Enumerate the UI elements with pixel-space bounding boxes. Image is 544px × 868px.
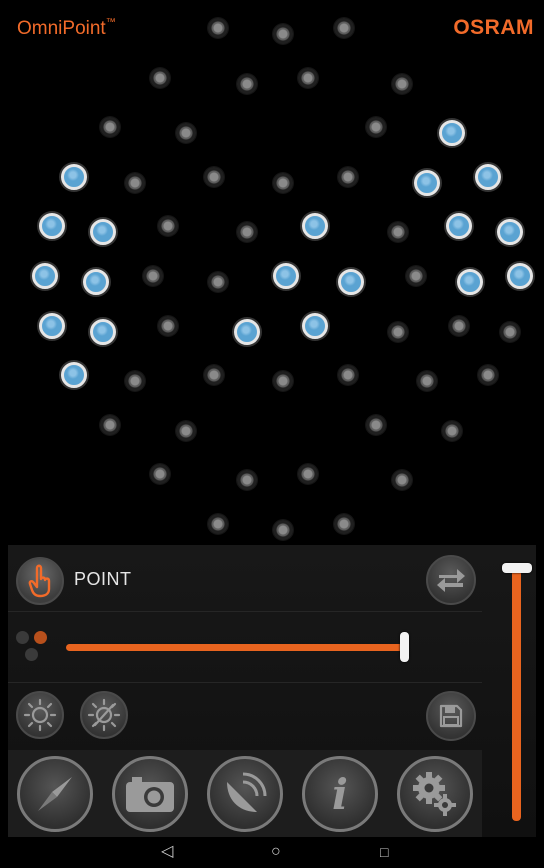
led-off[interactable] bbox=[272, 520, 293, 540]
led-on[interactable] bbox=[89, 219, 116, 246]
led-off[interactable] bbox=[298, 67, 318, 88]
save-button[interactable] bbox=[426, 691, 476, 741]
spread-slider-thumb[interactable] bbox=[400, 632, 409, 662]
led-off[interactable] bbox=[236, 470, 257, 491]
led-on[interactable] bbox=[61, 163, 87, 190]
led-off[interactable] bbox=[236, 222, 257, 243]
led-on[interactable] bbox=[32, 263, 59, 289]
led-off[interactable] bbox=[208, 18, 228, 38]
divider bbox=[8, 611, 482, 612]
led-off[interactable] bbox=[272, 24, 293, 44]
led-on[interactable] bbox=[338, 269, 365, 295]
compass-icon bbox=[38, 777, 72, 811]
led-off[interactable] bbox=[272, 371, 293, 392]
system-nav-bar: ◁ ○ □ bbox=[8, 837, 536, 868]
led-off[interactable] bbox=[208, 514, 228, 534]
led-off[interactable] bbox=[125, 172, 146, 193]
all-lights-on-button[interactable] bbox=[16, 691, 64, 739]
led-off[interactable] bbox=[125, 371, 146, 392]
led-off[interactable] bbox=[391, 470, 412, 491]
led-off[interactable] bbox=[337, 365, 358, 386]
dot-cluster-icon bbox=[14, 629, 50, 665]
hand-point-icon bbox=[28, 564, 51, 598]
light-on-icon bbox=[23, 698, 57, 732]
led-off[interactable] bbox=[478, 365, 498, 386]
led-off[interactable] bbox=[388, 321, 408, 342]
led-off[interactable] bbox=[157, 216, 178, 237]
swap-arrows-icon bbox=[437, 569, 465, 592]
nav-camera-button[interactable] bbox=[112, 756, 188, 832]
led-on[interactable] bbox=[507, 263, 534, 289]
brightness-slider-thumb[interactable] bbox=[502, 563, 532, 573]
led-on[interactable] bbox=[475, 163, 501, 190]
led-off[interactable] bbox=[204, 365, 225, 386]
led-off[interactable] bbox=[175, 123, 196, 144]
camera-icon bbox=[126, 777, 174, 812]
gears-icon bbox=[413, 772, 456, 816]
led-off[interactable] bbox=[175, 420, 196, 441]
led-off[interactable] bbox=[100, 117, 120, 138]
led-on[interactable] bbox=[302, 312, 329, 339]
led-off[interactable] bbox=[416, 371, 437, 392]
led-on[interactable] bbox=[496, 219, 523, 246]
led-on[interactable] bbox=[89, 318, 116, 345]
led-off[interactable] bbox=[298, 464, 318, 485]
led-on[interactable] bbox=[233, 318, 260, 345]
all-lights-off-button[interactable] bbox=[80, 691, 128, 739]
floppy-disk-icon bbox=[439, 704, 463, 728]
light-off-icon bbox=[87, 698, 121, 732]
satellite-dish-icon bbox=[227, 772, 267, 812]
led-off[interactable] bbox=[442, 420, 462, 441]
led-off[interactable] bbox=[391, 73, 412, 94]
brightness-slider-track[interactable] bbox=[512, 569, 521, 821]
nav-dish-button[interactable] bbox=[207, 756, 283, 832]
led-off[interactable] bbox=[499, 321, 520, 342]
led-on[interactable] bbox=[39, 213, 66, 240]
swap-button[interactable] bbox=[426, 555, 476, 605]
led-off[interactable] bbox=[208, 272, 228, 292]
info-icon: i bbox=[332, 769, 348, 819]
led-off[interactable] bbox=[100, 414, 120, 435]
led-on[interactable] bbox=[446, 213, 473, 240]
led-off[interactable] bbox=[449, 315, 470, 336]
led-off[interactable] bbox=[157, 315, 178, 336]
led-off[interactable] bbox=[337, 166, 358, 187]
nav-info-button[interactable]: i bbox=[302, 756, 378, 832]
control-panel: POINT i bbox=[8, 545, 536, 837]
led-on[interactable] bbox=[82, 269, 109, 295]
led-off[interactable] bbox=[334, 18, 354, 38]
led-off[interactable] bbox=[334, 514, 354, 534]
led-on[interactable] bbox=[302, 213, 329, 240]
led-off[interactable] bbox=[406, 266, 426, 286]
led-on[interactable] bbox=[273, 263, 300, 289]
nav-settings-button[interactable] bbox=[397, 756, 473, 832]
led-off[interactable] bbox=[150, 67, 171, 88]
led-on[interactable] bbox=[39, 312, 66, 339]
led-on[interactable] bbox=[457, 269, 483, 295]
led-grid[interactable] bbox=[8, 8, 536, 544]
nav-compass-button[interactable] bbox=[17, 756, 93, 832]
mode-label: POINT bbox=[74, 569, 132, 589]
led-off[interactable] bbox=[150, 464, 171, 485]
led-on[interactable] bbox=[439, 120, 465, 147]
bottom-nav: i bbox=[8, 750, 482, 837]
back-button[interactable]: ◁ bbox=[161, 842, 173, 862]
led-off[interactable] bbox=[366, 414, 387, 435]
led-off[interactable] bbox=[236, 73, 257, 94]
led-off[interactable] bbox=[204, 166, 225, 187]
recents-button[interactable]: □ bbox=[380, 842, 388, 862]
led-on[interactable] bbox=[61, 362, 87, 389]
led-off[interactable] bbox=[366, 117, 387, 138]
divider bbox=[8, 682, 482, 683]
led-off[interactable] bbox=[388, 222, 408, 243]
led-off[interactable] bbox=[272, 172, 293, 193]
home-button[interactable]: ○ bbox=[271, 842, 281, 862]
led-off[interactable] bbox=[143, 266, 164, 286]
mode-button[interactable] bbox=[16, 557, 64, 605]
spread-slider-track[interactable] bbox=[66, 644, 406, 651]
led-on[interactable] bbox=[413, 169, 440, 196]
